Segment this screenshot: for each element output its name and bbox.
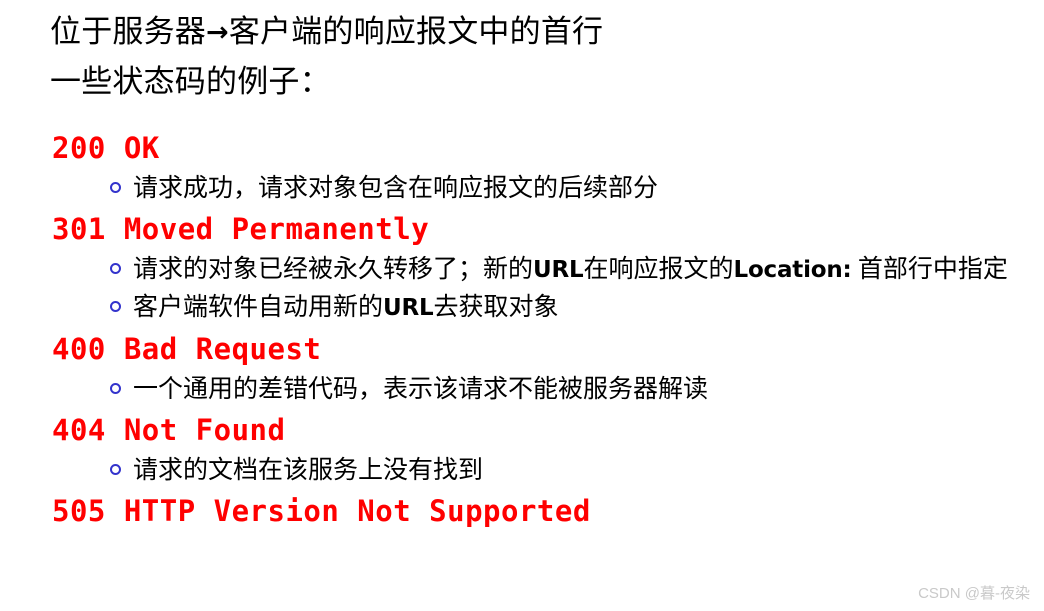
title-line-1-before-arrow: 位于服务器: [50, 14, 206, 49]
list-item-segment: 在响应报文的: [583, 256, 734, 283]
list-item-segment: 一个通用的差错代码，表示该请求不能被服务器解读: [133, 376, 709, 403]
list-item-text: 客户端软件自动用新的URL去获取对象: [133, 289, 1013, 327]
title-line-2: 一些状态码的例子：: [50, 58, 1010, 106]
list-item-segment: 请求的文档在该服务上没有找到: [133, 457, 484, 484]
list-item-segment: 去获取对象: [433, 294, 559, 321]
status-code-heading-200: 200 OK: [52, 131, 160, 165]
list-item-emphasis-url: URL: [533, 257, 584, 283]
list-item-text: 一个通用的差错代码，表示该请求不能被服务器解读: [133, 371, 1013, 408]
hollow-circle-bullet-icon: [110, 301, 121, 312]
list-item: 请求成功，请求对象包含在响应报文的后续部分: [110, 170, 1013, 207]
list-item-segment: 首部行中指定: [851, 256, 1008, 283]
list-item-emphasis-url: URL: [383, 295, 434, 321]
list-item-text: 请求的对象已经被永久转移了；新的URL在响应报文的Location: 首部行中指…: [133, 251, 1013, 289]
csdn-watermark: CSDN @暮-夜染: [918, 585, 1030, 602]
list-item: 请求的文档在该服务上没有找到: [110, 452, 1013, 489]
list-item-text: 请求的文档在该服务上没有找到: [133, 452, 1013, 489]
list-item-segment: 请求的对象已经被永久转移了；新的: [133, 256, 534, 283]
status-code-group-200: 200 OK 请求成功，请求对象包含在响应报文的后续部分: [0, 126, 1044, 207]
status-code-heading-505: 505 HTTP Version Not Supported: [52, 494, 591, 528]
status-code-heading-400: 400 Bad Request: [52, 332, 322, 366]
title-line-1-after-arrow: 客户端的响应报文中的首行: [228, 14, 604, 49]
status-code-group-400: 400 Bad Request 一个通用的差错代码，表示该请求不能被服务器解读: [0, 327, 1044, 408]
slide-canvas: 位于服务器→客户端的响应报文中的首行 一些状态码的例子： 200 OK 请求成功…: [0, 0, 1044, 611]
hollow-circle-bullet-icon: [110, 464, 121, 475]
title-line-1: 位于服务器→客户端的响应报文中的首行: [50, 8, 1010, 58]
list-item-emphasis-location: Location:: [733, 257, 852, 283]
right-arrow-icon: →: [206, 17, 229, 48]
status-code-heading-404: 404 Not Found: [52, 413, 286, 447]
hollow-circle-bullet-icon: [110, 263, 121, 274]
list-item: 请求的对象已经被永久转移了；新的URL在响应报文的Location: 首部行中指…: [110, 251, 1013, 289]
status-code-list: 200 OK 请求成功，请求对象包含在响应报文的后续部分 301 Moved P…: [0, 126, 1044, 533]
list-item-segment: 请求成功，请求对象包含在响应报文的后续部分: [133, 175, 659, 202]
hollow-circle-bullet-icon: [110, 182, 121, 193]
slide-title-block: 位于服务器→客户端的响应报文中的首行 一些状态码的例子：: [50, 8, 1010, 106]
hollow-circle-bullet-icon: [110, 383, 121, 394]
status-code-group-301: 301 Moved Permanently 请求的对象已经被永久转移了；新的UR…: [0, 207, 1044, 327]
list-item-text: 请求成功，请求对象包含在响应报文的后续部分: [133, 170, 1013, 207]
list-item-segment: 客户端软件自动用新的: [133, 294, 384, 321]
list-item: 客户端软件自动用新的URL去获取对象: [110, 289, 1013, 327]
status-code-group-505: 505 HTTP Version Not Supported: [0, 489, 1044, 533]
status-code-group-404: 404 Not Found 请求的文档在该服务上没有找到: [0, 408, 1044, 489]
list-item: 一个通用的差错代码，表示该请求不能被服务器解读: [110, 371, 1013, 408]
title-line-2-text: 一些状态码的例子：: [50, 64, 331, 99]
status-code-heading-301: 301 Moved Permanently: [52, 212, 430, 246]
